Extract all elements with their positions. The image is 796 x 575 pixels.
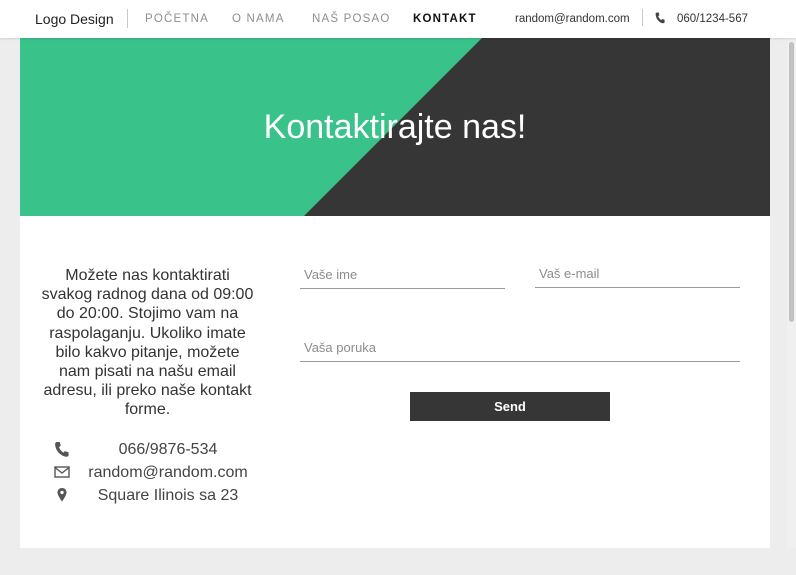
hero-banner: Kontaktirajte nas! — [20, 38, 770, 216]
envelope-icon — [54, 466, 70, 478]
navbar-phone[interactable]: 060/1234-567 — [677, 0, 748, 38]
send-button[interactable]: Send — [410, 392, 610, 421]
scrollbar-thumb[interactable] — [789, 42, 794, 322]
contact-divider — [642, 9, 643, 26]
message-input[interactable] — [300, 334, 740, 362]
contact-phone-row: 066/9876-534 — [54, 439, 254, 461]
page-scrollbar[interactable] — [787, 38, 796, 548]
email-input[interactable] — [535, 260, 740, 288]
contact-address-row: Square Ilinois sa 23 — [54, 485, 254, 507]
contact-email[interactable]: random@random.com — [78, 462, 258, 484]
contact-section: Možete nas kontaktirati svakog radnog da… — [20, 216, 770, 548]
top-navbar: Logo Design POČETNA O NAMA NAŠ POSAO KON… — [0, 0, 796, 38]
name-input[interactable] — [300, 261, 505, 289]
hero-title: Kontaktirajte nas! — [263, 108, 527, 146]
navbar-email[interactable]: random@random.com — [515, 0, 630, 38]
contact-phone: 066/9876-534 — [118, 441, 218, 458]
nav-link-pocetna[interactable]: POČETNA — [145, 0, 209, 38]
nav-link-kontakt[interactable]: KONTAKT — [413, 0, 477, 38]
nav-link-nas-posao[interactable]: NAŠ POSAO — [312, 0, 391, 38]
contact-email-row: random@random.com — [54, 462, 254, 484]
logo-divider — [127, 9, 128, 28]
logo[interactable]: Logo Design — [35, 0, 114, 38]
phone-icon — [55, 442, 69, 457]
phone-icon — [655, 12, 665, 24]
nav-link-o-nama[interactable]: O NAMA — [232, 0, 285, 38]
contact-address: Square Ilinois sa 23 — [97, 487, 239, 504]
map-marker-icon — [57, 488, 67, 502]
contact-intro-text: Možete nas kontaktirati svakog radnog da… — [41, 267, 254, 419]
